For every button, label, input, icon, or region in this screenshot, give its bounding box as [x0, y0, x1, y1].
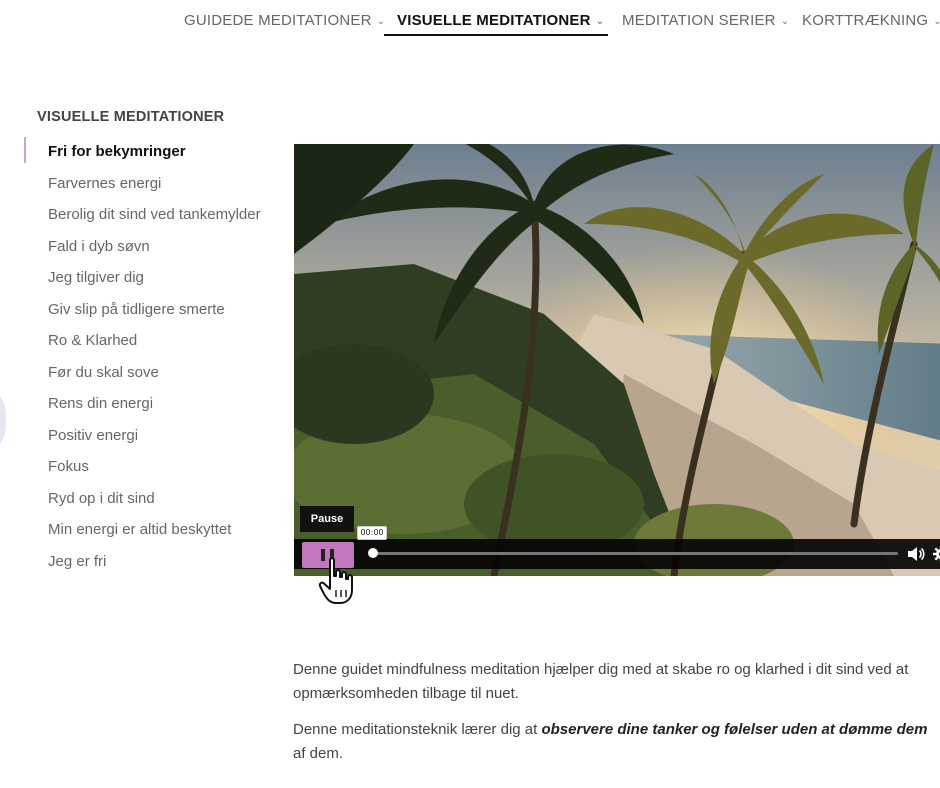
sidebar-item-fri-for-bekymringer[interactable]: Fri for bekymringer [48, 140, 268, 163]
sidebar-item-min-energi[interactable]: Min energi er altid beskyttet [48, 518, 268, 541]
sidebar-item-rens-din-energi[interactable]: Rens din energi [48, 392, 268, 415]
chevron-down-icon: ⌄ [933, 16, 940, 27]
chevron-down-icon: ⌄ [595, 16, 605, 27]
seek-handle[interactable] [368, 548, 378, 558]
chevron-down-icon: ⌄ [780, 16, 790, 27]
description-paragraph-1: Denne guidet mindfulness meditation hjæl… [293, 661, 909, 702]
top-navigation: GUIDEDE MEDITATIONER ⌄ VISUELLE MEDITATIO… [0, 0, 940, 40]
hand-cursor-icon [318, 557, 353, 604]
sidebar-active-indicator [24, 137, 26, 163]
nav-item-visuelle-meditationer[interactable]: VISUELLE MEDITATIONER ⌄ [397, 12, 604, 29]
description-paragraph-2: Denne meditationsteknik lærer dig at obs… [293, 721, 928, 762]
sidebar-list: Fri for bekymringer Farvernes energi Ber… [48, 140, 268, 581]
sidebar-item-fokus[interactable]: Fokus [48, 455, 268, 478]
sidebar-item-jeg-er-fri[interactable]: Jeg er fri [48, 550, 268, 573]
time-tooltip: 00:00 [357, 526, 387, 540]
sidebar-item-positiv-energi[interactable]: Positiv energi [48, 424, 268, 447]
seek-bar[interactable] [372, 552, 898, 555]
side-decoration [0, 380, 6, 460]
video-frame-beach-palms [294, 144, 940, 576]
chevron-down-icon: ⌄ [376, 16, 386, 27]
nav-item-meditation-serier[interactable]: MEDITATION SERIER ⌄ [622, 12, 789, 29]
sidebar-item-farvernes-energi[interactable]: Farvernes energi [48, 172, 268, 195]
nav-item-korttraekning[interactable]: KORTTRÆKNING ⌄ [802, 12, 940, 29]
volume-icon[interactable] [906, 545, 926, 563]
meditation-description: Denne guidet mindfulness meditation hjæl… [293, 658, 940, 788]
sidebar-item-jeg-tilgiver-dig[interactable]: Jeg tilgiver dig [48, 266, 268, 289]
pause-tooltip: Pause [300, 506, 354, 532]
sidebar-heading: VISUELLE MEDITATIONER [37, 109, 225, 125]
description-paragraph-3-cutoff: ▁▁▁▁ ▁▁▁▁▁▁ ▁▁▁▁ ▁▁▁▁▁▁ ▁▁▁▁ ▁▁▁▁▁▁▁ ▁▁▁… [293, 778, 940, 788]
settings-gear-icon[interactable] [932, 545, 940, 563]
sidebar-item-berolig-dit-sind[interactable]: Berolig dit sind ved tankemylder [48, 203, 268, 226]
sidebar-item-ro-klarhed[interactable]: Ro & Klarhed [48, 329, 268, 352]
active-nav-underline [384, 34, 608, 36]
nav-item-guidede-meditationer[interactable]: GUIDEDE MEDITATIONER ⌄ [184, 12, 385, 29]
sidebar-item-for-du-skal-sove[interactable]: Før du skal sove [48, 361, 268, 384]
video-player[interactable]: Pause 00:00 [294, 144, 940, 576]
sidebar-item-giv-slip[interactable]: Giv slip på tidligere smerte [48, 298, 268, 321]
sidebar-item-fald-i-dyb-sovn[interactable]: Fald i dyb søvn [48, 235, 268, 258]
video-controls-bar: 00:00 [294, 526, 940, 569]
sidebar-item-ryd-op[interactable]: Ryd op i dit sind [48, 487, 268, 510]
